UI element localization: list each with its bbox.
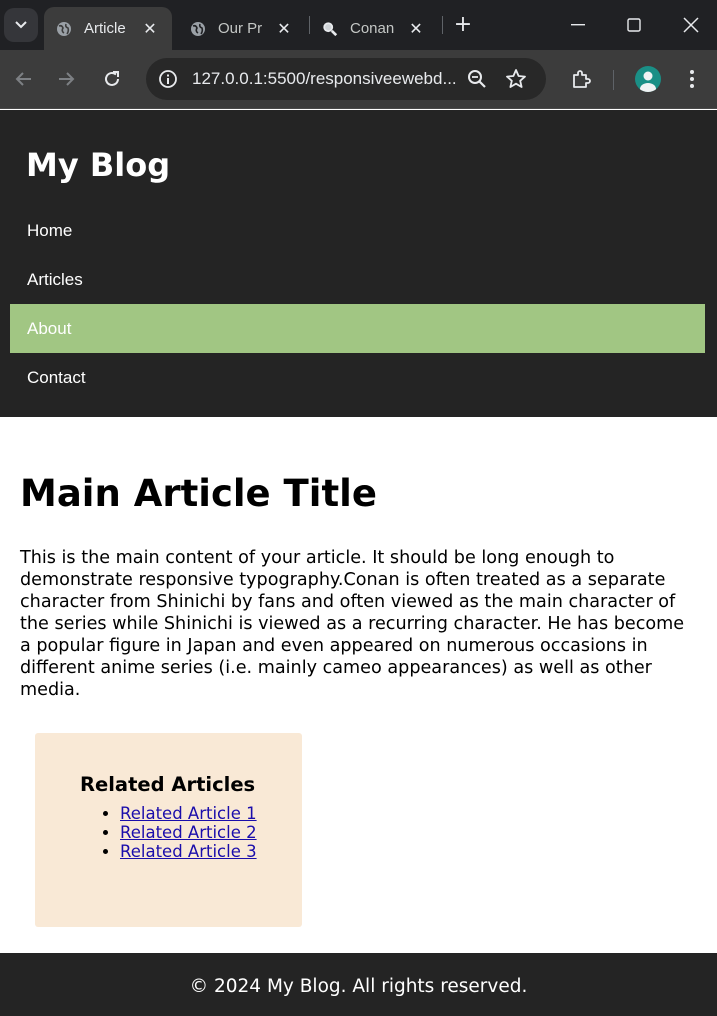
nav-item-about[interactable]: About: [10, 304, 705, 353]
close-window-button[interactable]: [662, 0, 717, 50]
article-body: This is the main content of your article…: [20, 548, 685, 700]
nav-item-articles[interactable]: Articles: [10, 255, 705, 304]
forward-button[interactable]: [52, 64, 82, 94]
reload-icon: [105, 71, 119, 86]
minimize-button[interactable]: [549, 0, 606, 50]
puzzle-icon: [573, 70, 591, 88]
search-icon: [322, 21, 338, 37]
url-text[interactable]: 127.0.0.1:5500/responsiveewebd...: [192, 69, 458, 89]
site-info-icon[interactable]: [156, 67, 180, 91]
related-article-link-1[interactable]: Related Article 1: [120, 804, 257, 823]
site-header: My Blog Home Articles About Contact: [0, 110, 717, 417]
more-vert-icon: [690, 70, 694, 88]
tab-strip: Article ✕ Our Pr ✕ Conan ✕ +: [0, 0, 717, 50]
related-article-link-2[interactable]: Related Article 2: [120, 823, 257, 842]
tab-separator: [442, 16, 443, 34]
bookmark-star-icon[interactable]: [504, 67, 528, 91]
tab-title: Conan: [350, 20, 394, 37]
close-icon[interactable]: ✕: [140, 19, 160, 39]
close-icon: [682, 17, 699, 33]
chevron-down-icon: [15, 21, 27, 29]
site-title: My Blog: [26, 146, 171, 184]
list-item: Related Article 2: [120, 823, 257, 842]
browser-toolbar: 127.0.0.1:5500/responsiveewebd...: [0, 50, 717, 109]
tab-title: Article: [84, 20, 126, 37]
close-icon[interactable]: ✕: [274, 19, 294, 39]
globe-icon: [190, 21, 206, 37]
tab-article[interactable]: Article ✕: [44, 7, 172, 50]
tab-search-button[interactable]: [4, 8, 38, 42]
reload-button[interactable]: [97, 64, 127, 94]
forward-arrow-icon: [59, 72, 75, 86]
list-item: Related Article 1: [120, 804, 257, 823]
close-icon[interactable]: ✕: [406, 19, 426, 39]
back-button[interactable]: [8, 64, 38, 94]
profile-avatar[interactable]: [635, 66, 661, 92]
tab-conan[interactable]: Conan ✕: [310, 7, 438, 50]
zoom-icon[interactable]: [466, 68, 488, 90]
maximize-icon: [626, 18, 641, 32]
site-footer: © 2024 My Blog. All rights reserved.: [0, 953, 717, 1016]
menu-button[interactable]: [677, 64, 707, 94]
new-tab-button[interactable]: +: [450, 13, 476, 39]
tab-title: Our Pr: [218, 20, 262, 37]
nav-item-home[interactable]: Home: [10, 206, 705, 255]
tab-our-pr[interactable]: Our Pr ✕: [178, 7, 306, 50]
related-articles-box: Related Articles Related Article 1 Relat…: [35, 733, 302, 927]
related-articles-list: Related Article 1 Related Article 2 Rela…: [120, 804, 257, 861]
maximize-button[interactable]: [605, 0, 662, 50]
nav-item-contact[interactable]: Contact: [10, 353, 705, 402]
related-article-link-3[interactable]: Related Article 3: [120, 842, 257, 861]
minimize-icon: [570, 24, 585, 26]
article-title: Main Article Title: [20, 472, 377, 515]
back-arrow-icon: [15, 72, 31, 86]
address-bar[interactable]: 127.0.0.1:5500/responsiveewebd...: [146, 58, 546, 100]
globe-icon: [56, 21, 72, 37]
extensions-button[interactable]: [566, 64, 596, 94]
related-articles-heading: Related Articles: [80, 773, 256, 796]
list-item: Related Article 3: [120, 842, 257, 861]
toolbar-separator: [613, 70, 614, 90]
